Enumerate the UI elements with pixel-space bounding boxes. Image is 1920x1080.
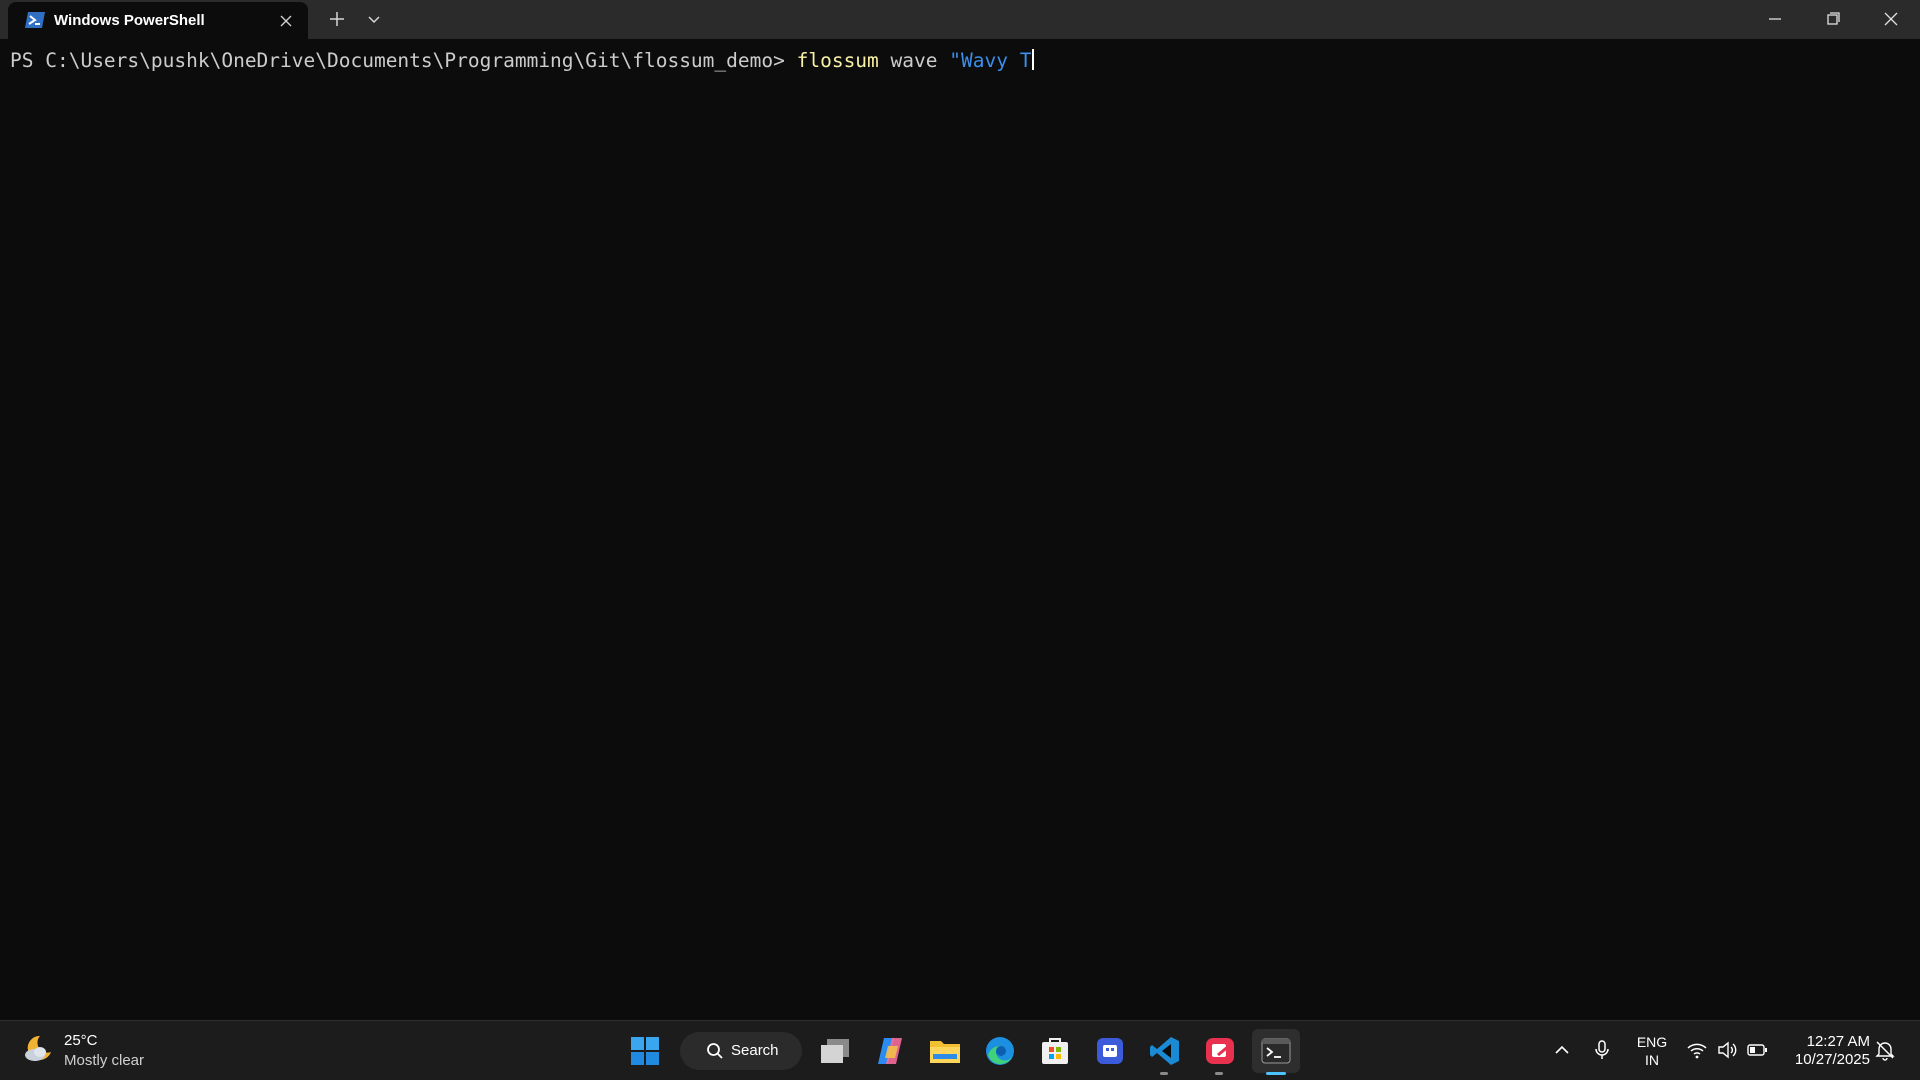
terminal-area[interactable]: PS C:\Users\pushk\OneDrive\Documents\Pro… xyxy=(0,39,1920,1020)
taskbar: 25°C Mostly clear Search ENG IN 12:27 AM… xyxy=(0,1020,1920,1080)
edge-button[interactable] xyxy=(978,1029,1022,1073)
language-code: ENG xyxy=(1636,1034,1668,1050)
copilot-icon xyxy=(878,1038,902,1064)
vscode-icon xyxy=(1150,1037,1179,1065)
search-button[interactable]: Search xyxy=(680,1032,802,1070)
start-button[interactable] xyxy=(623,1029,667,1073)
search-icon xyxy=(707,1043,723,1059)
store-button[interactable] xyxy=(1033,1029,1077,1073)
command-name: flossum xyxy=(796,49,879,72)
new-tab-button[interactable] xyxy=(326,8,348,30)
terminal-button[interactable] xyxy=(1252,1029,1300,1073)
microphone-icon[interactable] xyxy=(1591,1039,1613,1061)
language-region: IN xyxy=(1645,1052,1659,1068)
terminal-icon xyxy=(1261,1038,1291,1064)
input-language[interactable]: ENG IN xyxy=(1632,1033,1672,1069)
wifi-icon[interactable] xyxy=(1686,1039,1708,1061)
vscode-running-indicator xyxy=(1160,1072,1168,1075)
vscode-button[interactable] xyxy=(1143,1029,1187,1073)
tab-close-button[interactable] xyxy=(276,11,296,31)
battery-icon[interactable] xyxy=(1746,1039,1768,1061)
prompt-symbol: > xyxy=(773,49,797,72)
command-string-argument: "Wavy T xyxy=(949,49,1032,72)
search-label: Search xyxy=(731,1042,779,1059)
powershell-icon xyxy=(25,12,45,28)
chevron-up-icon[interactable] xyxy=(1551,1039,1573,1061)
prompt-path: C:\Users\pushk\OneDrive\Documents\Progra… xyxy=(45,49,774,72)
moon-cloud-icon[interactable] xyxy=(22,1033,54,1065)
restore-button[interactable] xyxy=(1820,6,1846,32)
text-cursor xyxy=(1032,49,1035,70)
terminal-active-indicator xyxy=(1266,1072,1286,1075)
command-argument: wave xyxy=(878,49,950,72)
app-icon xyxy=(1097,1038,1123,1064)
windows-logo-icon xyxy=(631,1037,659,1065)
clock-date: 10/27/2025 xyxy=(1794,1051,1870,1068)
folder-icon xyxy=(930,1041,960,1063)
weather-condition[interactable]: Mostly clear xyxy=(64,1052,144,1069)
store-icon xyxy=(1042,1038,1068,1064)
app-red-running-indicator xyxy=(1215,1072,1223,1075)
tab-title: Windows PowerShell xyxy=(54,12,205,29)
title-bar: Windows PowerShell xyxy=(0,0,1920,39)
copilot-button[interactable] xyxy=(868,1029,912,1073)
task-view-button[interactable] xyxy=(813,1029,857,1073)
close-icon xyxy=(280,15,292,27)
app-icon xyxy=(1206,1038,1234,1064)
edge-icon xyxy=(986,1037,1014,1065)
notification-bell-icon[interactable] xyxy=(1874,1039,1896,1061)
task-view-icon xyxy=(821,1039,849,1063)
tab-windows-powershell[interactable]: Windows PowerShell xyxy=(8,2,308,39)
minimize-button[interactable] xyxy=(1762,6,1788,32)
file-explorer-button[interactable] xyxy=(923,1029,967,1073)
clock[interactable]: 12:27 AM 10/27/2025 xyxy=(1778,1033,1870,1069)
prompt-line: PS C:\Users\pushk\OneDrive\Documents\Pro… xyxy=(10,49,1035,72)
app-red-button[interactable] xyxy=(1198,1029,1242,1073)
clock-time: 12:27 AM xyxy=(1806,1033,1870,1050)
weather-temperature[interactable]: 25°C xyxy=(64,1032,98,1049)
volume-icon[interactable] xyxy=(1716,1039,1738,1061)
app-blue-button[interactable] xyxy=(1088,1029,1132,1073)
close-window-button[interactable] xyxy=(1878,6,1904,32)
prompt-prefix: PS xyxy=(10,49,46,72)
chevron-down-icon[interactable] xyxy=(364,9,384,29)
